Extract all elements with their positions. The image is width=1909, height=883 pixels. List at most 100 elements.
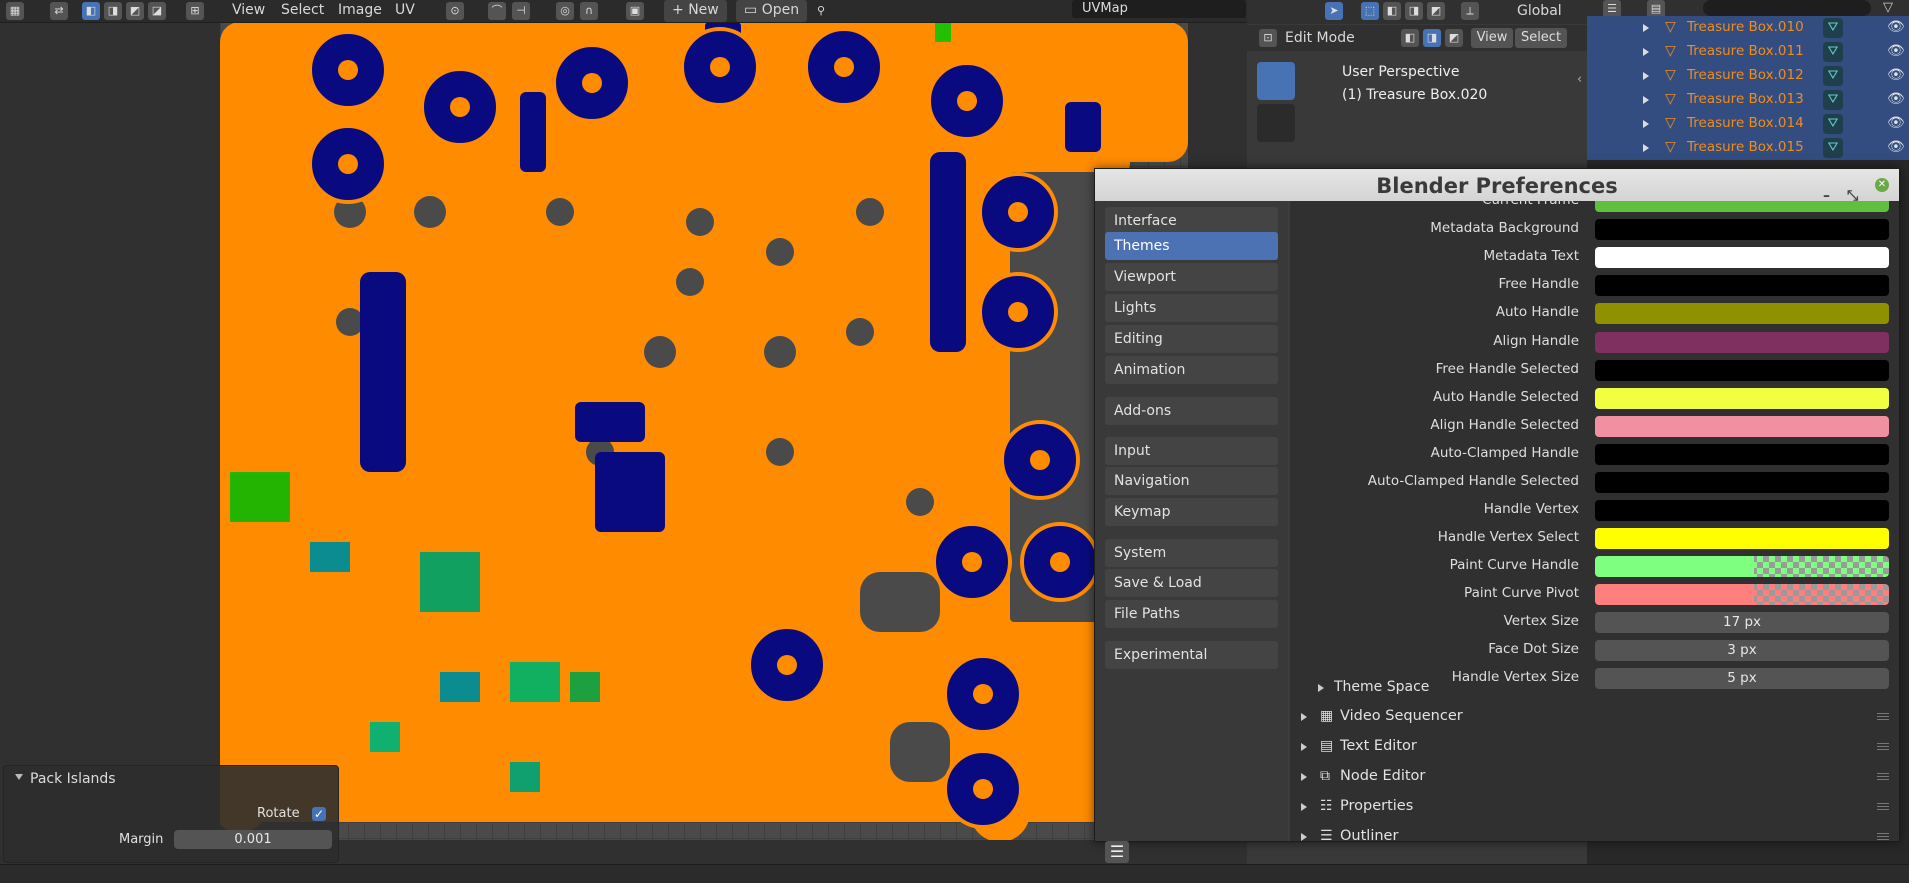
sidebar-toggle-icon[interactable]: ‹ — [1577, 72, 1582, 87]
theme-section[interactable]: ☷ Properties — [1290, 794, 1899, 820]
expand-icon[interactable] — [1643, 24, 1649, 32]
new-image-button[interactable]: + New — [664, 0, 727, 22]
expand-icon[interactable] — [1643, 48, 1649, 56]
theme-section[interactable]: ⧉ Node Editor — [1290, 764, 1899, 790]
outliner-row[interactable]: ▽ Treasure Box.013 ⛛ 👁 — [1587, 88, 1909, 112]
outliner-item-label[interactable]: Treasure Box.015 — [1687, 139, 1804, 155]
transform-orientation-value[interactable]: Global — [1517, 1, 1562, 23]
visibility-eye-icon[interactable]: 👁 — [1887, 19, 1905, 35]
panel-title[interactable]: Pack Islands — [30, 771, 116, 787]
sticky-select-icon[interactable]: ⊞ — [186, 2, 204, 20]
pin-icon[interactable]: ⚲ — [812, 2, 830, 20]
nav-input[interactable]: Input — [1105, 437, 1278, 465]
select-invert-icon[interactable]: ◩ — [1427, 2, 1445, 20]
theme-color-swatch[interactable] — [1595, 500, 1889, 521]
theme-size-field[interactable]: 17 px — [1595, 612, 1889, 633]
nav-interface[interactable]: Interface — [1105, 207, 1278, 235]
vertex-select-icon[interactable]: ◧ — [82, 2, 100, 20]
face-mode-icon[interactable]: ◩ — [1445, 29, 1463, 47]
theme-color-swatch[interactable] — [1595, 332, 1889, 353]
nav-themes[interactable]: Themes — [1105, 232, 1278, 260]
filter-icon[interactable]: ▽ — [1883, 0, 1893, 15]
visibility-eye-icon[interactable]: 👁 — [1887, 43, 1905, 59]
mode-dropdown[interactable]: Edit Mode — [1285, 28, 1355, 50]
edge-mode-icon[interactable]: ◨ — [1423, 29, 1441, 47]
select-tool-icon[interactable]: ➤ — [1325, 2, 1343, 20]
expand-icon[interactable] — [1643, 72, 1649, 80]
outliner-row[interactable]: ▽ Treasure Box.010 ⛛ 👁 — [1587, 16, 1909, 40]
expand-icon[interactable] — [1643, 144, 1649, 152]
theme-color-swatch[interactable] — [1595, 584, 1889, 605]
object-mode-icon[interactable]: ⊡ — [1259, 29, 1277, 47]
sync-selection-icon[interactable]: ⇄ — [50, 2, 68, 20]
island-select-icon[interactable]: ◪ — [148, 2, 166, 20]
drag-handle-icon[interactable] — [1877, 713, 1889, 721]
nav-file-paths[interactable]: File Paths — [1105, 600, 1278, 628]
edge-select-icon[interactable]: ◨ — [104, 2, 122, 20]
viewport-menu-select[interactable]: Select — [1515, 28, 1567, 48]
margin-field[interactable]: 0.001 — [174, 830, 332, 849]
uv-editor[interactable]: ▦ ⇄ ◧ ◨ ◩ ◪ ⊞ View Select Image UV ⊙ ⌒ ⊣… — [0, 0, 1247, 864]
menu-uv[interactable]: UV — [395, 0, 415, 22]
nav-lights[interactable]: Lights — [1105, 294, 1278, 322]
subsection-theme-space[interactable]: Theme Space — [1318, 675, 1899, 701]
nav-viewport[interactable]: Viewport — [1105, 263, 1278, 291]
visibility-eye-icon[interactable]: 👁 — [1887, 115, 1905, 131]
outliner-row[interactable]: ▽ Treasure Box.012 ⛛ 👁 — [1587, 64, 1909, 88]
editor-type-icon[interactable]: ▦ — [6, 2, 24, 20]
drag-handle-icon[interactable] — [1877, 743, 1889, 751]
theme-color-swatch[interactable] — [1595, 219, 1889, 240]
outliner-item-label[interactable]: Treasure Box.010 — [1687, 19, 1804, 35]
nav-keymap[interactable]: Keymap — [1105, 498, 1278, 526]
snap-target-icon[interactable]: ⊣ — [512, 2, 530, 20]
falloff-icon[interactable]: ∩ — [580, 2, 598, 20]
outliner-row[interactable]: ▽ Treasure Box.011 ⛛ 👁 — [1587, 40, 1909, 64]
drag-handle-icon[interactable] — [1877, 803, 1889, 811]
uv-canvas[interactable] — [220, 22, 1188, 840]
mesh-data-icon[interactable]: ⛛ — [1823, 18, 1843, 38]
theme-color-swatch[interactable] — [1595, 528, 1889, 549]
mesh-data-icon[interactable]: ⛛ — [1823, 114, 1843, 134]
pivot-icon[interactable]: ⊙ — [446, 2, 464, 20]
select-box-icon[interactable]: ⬚ — [1361, 2, 1379, 20]
proportional-edit-icon[interactable]: ◎ — [556, 2, 574, 20]
close-icon[interactable]: ✕ — [1875, 178, 1889, 192]
nav-system[interactable]: System — [1105, 539, 1278, 567]
open-image-button[interactable]: ▭ Open — [736, 0, 808, 22]
viewport-menu-view[interactable]: View — [1471, 28, 1513, 48]
outliner-search-input[interactable] — [1703, 0, 1871, 16]
outliner-item-label[interactable]: Treasure Box.013 — [1687, 91, 1804, 107]
nav-navigation[interactable]: Navigation — [1105, 467, 1278, 495]
select-extend-icon[interactable]: ◧ — [1383, 2, 1401, 20]
expand-icon[interactable] — [1643, 120, 1649, 128]
visibility-eye-icon[interactable]: 👁 — [1887, 67, 1905, 83]
theme-color-swatch[interactable] — [1595, 247, 1889, 268]
theme-section[interactable]: ☰ Outliner — [1290, 824, 1899, 841]
preferences-titlebar[interactable]: Blender Preferences – ⤡ ✕ — [1095, 169, 1899, 204]
select-subtract-icon[interactable]: ◨ — [1405, 2, 1423, 20]
menu-view[interactable]: View — [232, 0, 265, 22]
menu-select[interactable]: Select — [281, 0, 324, 22]
theme-color-swatch[interactable] — [1595, 416, 1889, 437]
theme-color-swatch[interactable] — [1595, 444, 1889, 465]
snap-icon[interactable]: ⌒ — [488, 2, 506, 20]
visibility-eye-icon[interactable]: 👁 — [1887, 139, 1905, 155]
tweak-tool-icon[interactable] — [1257, 62, 1295, 100]
theme-color-swatch[interactable] — [1595, 303, 1889, 324]
theme-color-swatch[interactable] — [1595, 201, 1889, 212]
face-select-icon[interactable]: ◩ — [126, 2, 144, 20]
nav-editing[interactable]: Editing — [1105, 325, 1278, 353]
theme-section[interactable]: ▤ Text Editor — [1290, 734, 1899, 760]
collapse-icon[interactable] — [15, 774, 23, 780]
theme-color-swatch[interactable] — [1595, 388, 1889, 409]
outliner-row[interactable]: ▽ Treasure Box.015 ⛛ 👁 — [1587, 136, 1909, 160]
nav-addons[interactable]: Add-ons — [1105, 397, 1278, 425]
menu-image[interactable]: Image — [338, 0, 382, 22]
uvmap-field[interactable]: UVMap — [1072, 0, 1246, 18]
theme-color-swatch[interactable] — [1595, 275, 1889, 296]
mesh-data-icon[interactable]: ⛛ — [1823, 90, 1843, 110]
mesh-data-icon[interactable]: ⛛ — [1823, 138, 1843, 158]
drag-handle-icon[interactable] — [1877, 833, 1889, 841]
mesh-data-icon[interactable]: ⛛ — [1823, 66, 1843, 86]
rotate-checkbox[interactable]: ✓ — [312, 807, 326, 821]
